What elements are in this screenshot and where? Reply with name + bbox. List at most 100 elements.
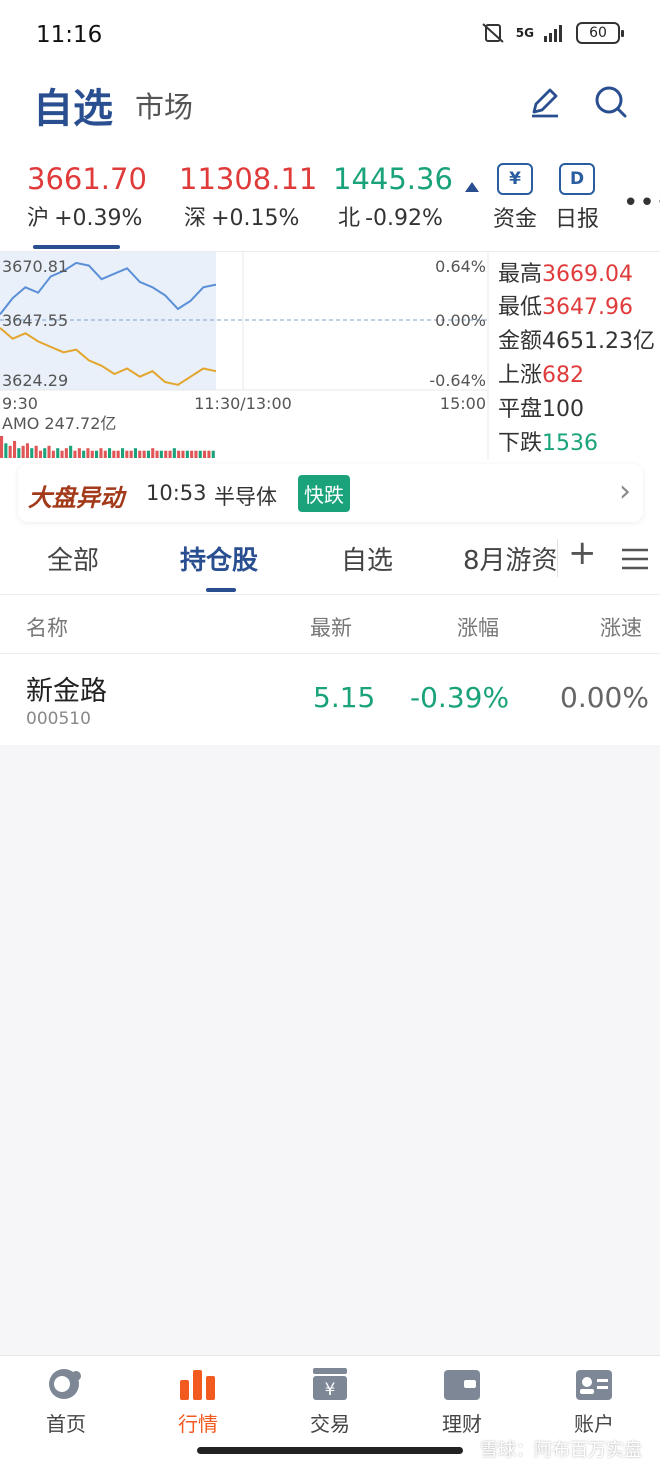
volume-bar	[155, 450, 159, 458]
table-row[interactable]: 新金路 000510 5.15 -0.39% 0.00%	[0, 655, 660, 745]
stat-value: 1536	[542, 431, 599, 456]
index-name: 北	[338, 206, 361, 231]
nav-trade[interactable]: ¥ 交易	[290, 1366, 370, 1437]
stat-label: 下跌	[498, 431, 543, 456]
volume-bar	[138, 450, 142, 458]
volume-bar	[69, 445, 73, 458]
daily-report-button[interactable]: D 日报	[547, 163, 607, 233]
more-icon[interactable]: •••	[623, 188, 660, 218]
stat-low: 最低3647.96	[498, 289, 633, 321]
stat-rising: 上涨682	[498, 357, 584, 389]
menu-icon[interactable]	[622, 548, 648, 574]
banner-title: 大盘异动	[28, 484, 124, 512]
volume-bar	[203, 450, 207, 458]
nav-market[interactable]: 行情	[158, 1366, 238, 1437]
nav-label: 账户	[574, 1412, 614, 1436]
home-icon	[49, 1369, 81, 1399]
page-title[interactable]: 自选	[33, 76, 113, 134]
header-name[interactable]: 名称	[26, 612, 68, 642]
x-end-label: 15:00	[440, 394, 486, 413]
divider	[0, 653, 660, 654]
nav-finance[interactable]: 理财	[422, 1366, 502, 1437]
index-sz[interactable]: 11308.11 深 +0.15%	[179, 162, 317, 232]
nav-account[interactable]: 账户	[554, 1366, 634, 1437]
index-value: 1445.36	[333, 162, 453, 196]
volume-bar	[133, 448, 137, 458]
intraday-chart[interactable]: 3670.81 3647.55 3624.29 0.64% 0.00% -0.6…	[0, 252, 490, 460]
signal-icon	[544, 25, 562, 42]
volume-bar	[21, 445, 25, 458]
y-high-label: 3670.81	[2, 257, 68, 276]
volume-bar	[77, 448, 81, 458]
index-sh[interactable]: 3661.70 沪 +0.39%	[27, 162, 147, 232]
watermark: 雪球：阿布百万实盘	[480, 1440, 642, 1461]
stat-value: 682	[542, 363, 585, 388]
index-value: 11308.11	[179, 162, 318, 196]
volume-bar	[25, 443, 29, 458]
battery-icon: 60	[576, 22, 624, 44]
nav-label: 交易	[310, 1412, 350, 1436]
market-alert-banner[interactable]: 大盘异动 10:53 半导体 快跌 ›	[18, 464, 643, 522]
tab-all[interactable]: 全部	[47, 540, 99, 577]
tab-divider	[557, 539, 558, 577]
capital-flow-label: 资金	[492, 207, 537, 232]
pct-mid-label: 0.00%	[435, 311, 486, 330]
tab-august-clip: 8月游资	[463, 540, 556, 577]
stock-price: 5.15	[313, 681, 376, 714]
tab-august[interactable]: 8月游资	[463, 546, 556, 576]
volume-bar	[56, 448, 60, 458]
stat-value: 3647.96	[542, 295, 633, 320]
volume-bar	[116, 450, 120, 458]
volume-bar	[207, 450, 211, 458]
y-low-label: 3624.29	[2, 371, 68, 390]
stock-change: -0.39%	[410, 681, 510, 714]
volume-bar	[198, 450, 202, 458]
volume-bar	[168, 450, 172, 458]
index-value: 3661.70	[27, 162, 147, 196]
volume-bar	[30, 448, 34, 458]
volume-bar	[164, 450, 168, 458]
add-icon[interactable]: +	[568, 533, 597, 573]
volume-bar	[177, 450, 181, 458]
daily-report-icon: D	[559, 163, 595, 195]
volume-bar	[112, 450, 116, 458]
collapse-arrow-icon[interactable]	[465, 182, 479, 192]
volume-bar	[13, 440, 17, 458]
stock-name: 新金路	[26, 676, 107, 707]
y-mid-label: 3647.55	[2, 311, 68, 330]
stock-code: 000510	[26, 709, 91, 729]
volume-bar	[51, 450, 55, 458]
index-change: +0.39%	[54, 206, 143, 231]
market-bars-icon	[180, 1370, 215, 1400]
volume-bar	[108, 448, 112, 458]
volume-bar	[95, 450, 99, 458]
header-speed[interactable]: 涨速	[600, 612, 642, 642]
index-name: 沪	[27, 206, 50, 231]
tab-watchlist[interactable]: 自选	[341, 540, 393, 577]
volume-bar	[38, 450, 42, 458]
volume-bar	[60, 450, 64, 458]
banner-topic: 半导体	[214, 485, 277, 509]
tab-market[interactable]: 市场	[135, 84, 193, 126]
volume-bar	[142, 450, 146, 458]
home-indicator[interactable]	[197, 1447, 463, 1454]
capital-flow-button[interactable]: ¥ 资金	[485, 163, 545, 233]
index-selected-underline	[33, 245, 120, 249]
pct-high-label: 0.64%	[435, 257, 486, 276]
amo-label: AMO 247.72亿	[2, 414, 116, 433]
header-latest[interactable]: 最新	[310, 612, 352, 642]
nav-home[interactable]: 首页	[26, 1366, 106, 1437]
volume-bar	[125, 450, 129, 458]
header-change[interactable]: 涨幅	[457, 612, 499, 642]
stat-falling: 下跌1536	[498, 425, 598, 457]
search-icon[interactable]	[589, 80, 633, 124]
tab-active-underline	[206, 588, 236, 592]
chevron-right-icon: ›	[619, 474, 631, 509]
trade-icon: ¥	[313, 1368, 347, 1400]
volume-bar	[146, 450, 150, 458]
volume-bar	[151, 448, 155, 458]
pencil-icon[interactable]	[522, 80, 566, 124]
index-bj[interactable]: 1445.36 北 -0.92%	[333, 162, 453, 232]
wallet-icon	[444, 1370, 480, 1400]
tab-holdings[interactable]: 持仓股	[180, 540, 258, 577]
